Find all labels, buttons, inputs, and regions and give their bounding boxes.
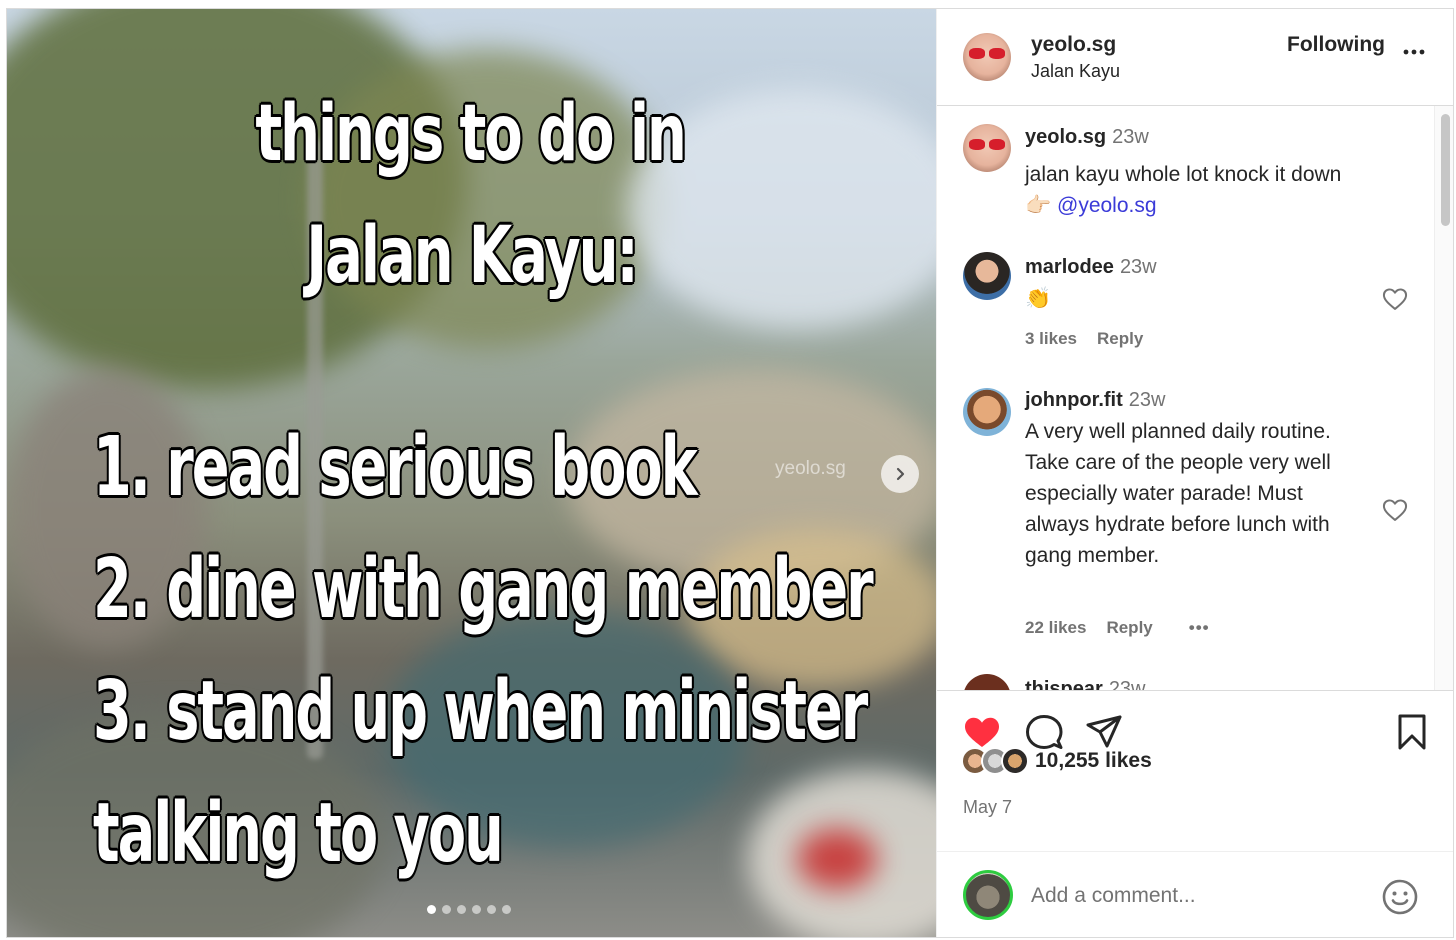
comment-username[interactable]: thispear 23w xyxy=(1025,678,1146,691)
author-username[interactable]: yeolo.sg xyxy=(1031,33,1116,57)
comment-avatar[interactable] xyxy=(963,674,1011,690)
comment-avatar[interactable] xyxy=(963,388,1011,436)
comment-text: A very well planned daily routine. Take … xyxy=(1025,420,1331,567)
overlay-item-1: 1. read serious book xyxy=(93,420,698,515)
comment-username-text[interactable]: johnpor.fit xyxy=(1025,389,1123,411)
heart-outline-icon[interactable] xyxy=(1381,496,1409,524)
comment-username[interactable]: johnpor.fit 23w xyxy=(1025,389,1165,412)
comment-likes[interactable]: 3 likes xyxy=(1025,329,1077,349)
post-sidebar: yeolo.sg Jalan Kayu Following yeolo.sg 23… xyxy=(936,9,1453,937)
smiley-icon[interactable] xyxy=(1381,878,1419,916)
comment-time: 23w xyxy=(1119,256,1157,278)
pointing-hand-emoji: 👉🏻 xyxy=(1025,194,1052,217)
likes-summary[interactable]: 10,255 likes xyxy=(961,747,1152,775)
comment-meta: 3 likes Reply xyxy=(1025,329,1143,349)
reply-button[interactable]: Reply xyxy=(1097,329,1143,349)
carousel-dot xyxy=(487,905,496,914)
comment-avatar[interactable] xyxy=(963,124,1011,172)
caption-text: jalan kayu whole lot knock it down 👉🏻 @y… xyxy=(1025,159,1355,221)
bg-taillight xyxy=(797,829,877,889)
overlay-item-4: talking to you xyxy=(93,786,504,881)
liker-avatar xyxy=(1001,747,1029,775)
comment-more-button[interactable]: ••• xyxy=(1189,618,1210,638)
overlay-title-line1: things to do in xyxy=(255,89,687,179)
chevron-right-icon xyxy=(896,467,905,481)
following-button[interactable]: Following xyxy=(1287,33,1385,57)
post-actions: 10,255 likes May 7 xyxy=(937,691,1453,937)
carousel-dot xyxy=(502,905,511,914)
carousel-dot-active xyxy=(427,905,436,914)
overlay-item-2: 2. dine with gang member xyxy=(93,542,874,637)
post-date[interactable]: May 7 xyxy=(963,797,1012,818)
carousel-dot xyxy=(457,905,466,914)
comment-time: 23w xyxy=(1112,126,1149,148)
comment-input[interactable] xyxy=(1031,880,1371,912)
scrollbar-thumb[interactable] xyxy=(1441,114,1450,226)
comment-text: 👏 xyxy=(1025,287,1052,310)
carousel-dot xyxy=(472,905,481,914)
caption-body: jalan kayu whole lot knock it down xyxy=(1025,163,1342,186)
post-modal: things to do in Jalan Kayu: 1. read seri… xyxy=(6,8,1454,938)
comment-username-text[interactable]: yeolo.sg xyxy=(1025,126,1106,148)
current-user-avatar[interactable] xyxy=(963,870,1013,920)
heart-outline-icon[interactable] xyxy=(1381,285,1409,313)
overlay-title-line2: Jalan Kayu: xyxy=(306,211,639,301)
more-horizontal-icon[interactable] xyxy=(1399,37,1429,67)
comment-avatar[interactable] xyxy=(963,252,1011,300)
comment-username[interactable]: marlodee 23w xyxy=(1025,256,1157,279)
watermark: yeolo.sg xyxy=(775,458,846,479)
comment-time: 23w xyxy=(1128,389,1166,411)
comment-username-text[interactable]: marlodee xyxy=(1025,256,1114,278)
add-comment-bar xyxy=(937,851,1453,937)
comment-likes[interactable]: 22 likes xyxy=(1025,618,1086,638)
comment-username-text[interactable]: thispear xyxy=(1025,678,1103,690)
comment-time: 23w xyxy=(1108,678,1146,691)
bookmark-icon[interactable] xyxy=(1391,711,1433,753)
comment-username[interactable]: yeolo.sg 23w xyxy=(1025,126,1149,149)
overlay-item-3: 3. stand up when minister xyxy=(93,664,868,759)
comment-meta: 22 likes Reply ••• xyxy=(1025,618,1210,638)
carousel-indicator xyxy=(427,905,511,914)
author-avatar[interactable] xyxy=(963,33,1011,81)
carousel-dot xyxy=(442,905,451,914)
comments-list[interactable]: yeolo.sg 23w jalan kayu whole lot knock i… xyxy=(937,106,1453,691)
post-header: yeolo.sg Jalan Kayu Following xyxy=(937,9,1453,106)
mention-link[interactable]: @yeolo.sg xyxy=(1057,194,1157,217)
reply-button[interactable]: Reply xyxy=(1106,618,1152,638)
post-image[interactable]: things to do in Jalan Kayu: 1. read seri… xyxy=(7,9,936,937)
next-slide-button[interactable] xyxy=(881,455,919,493)
likes-count[interactable]: 10,255 likes xyxy=(1035,749,1152,773)
post-location[interactable]: Jalan Kayu xyxy=(1031,61,1120,82)
